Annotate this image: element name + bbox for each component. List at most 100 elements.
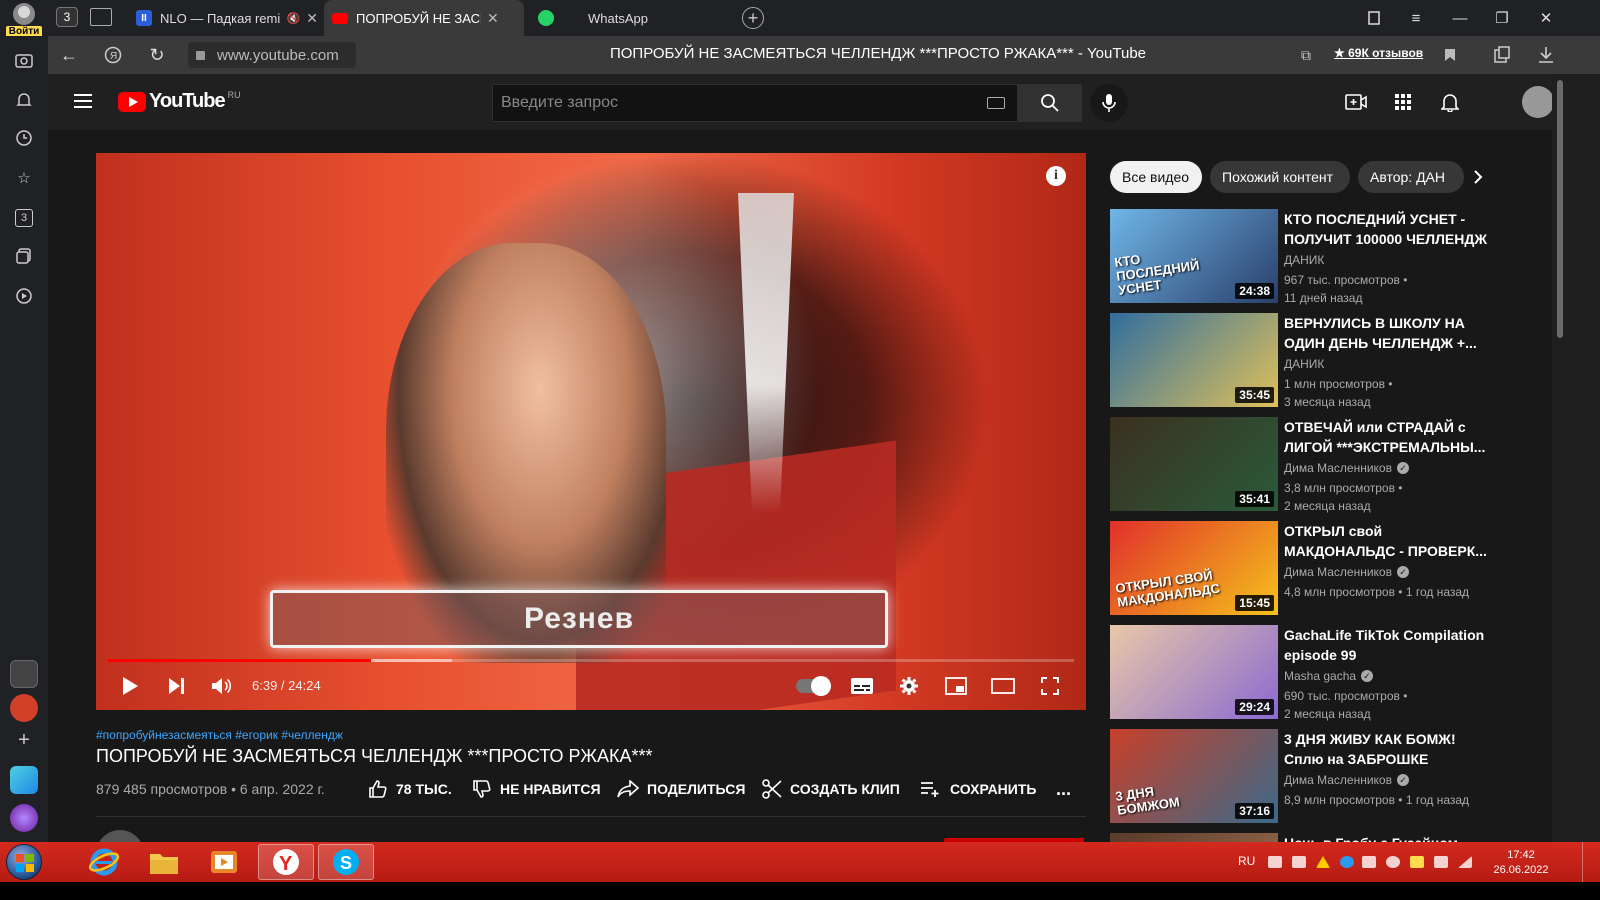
skype-icon[interactable]: S (318, 844, 374, 880)
folder-tray-icon[interactable] (1410, 856, 1424, 868)
video-thumbnail[interactable]: 35:45 (1110, 313, 1278, 407)
voice-search-button[interactable] (1090, 84, 1128, 122)
recommended-video[interactable]: 29:24 GachaLife TikTok Compilation episod… (1110, 625, 1500, 721)
add-panel-icon[interactable]: + (12, 728, 36, 752)
messenger-app-icon[interactable] (10, 766, 38, 794)
keyboard-icon[interactable] (987, 97, 1005, 109)
chip-author[interactable]: Автор: ДАН (1358, 161, 1464, 193)
video-thumbnail[interactable]: ОТКРЫЛ СВОЙ МАКДОНАЛЬДС 15:45 (1110, 521, 1278, 615)
video-hashtags[interactable]: #попробуйнезасмеяться #егорик #челлендж (96, 728, 343, 742)
translate-app-icon[interactable] (10, 694, 38, 722)
autoplay-toggle[interactable] (796, 676, 831, 696)
avatar[interactable] (1522, 86, 1554, 118)
channel-name[interactable]: Дима Масленников ✓ (1284, 565, 1409, 579)
channel-avatar[interactable] (96, 830, 144, 842)
video-thumbnail[interactable] (1110, 833, 1278, 842)
close-window-icon[interactable]: ✕ (1524, 0, 1568, 36)
media-player-icon[interactable] (196, 844, 252, 880)
url-field[interactable]: www.youtube.com (188, 42, 356, 68)
close-tab-icon[interactable]: ✕ (487, 10, 499, 27)
show-desktop-button[interactable] (1582, 842, 1600, 882)
clip-button[interactable]: СОЗДАТЬ КЛИП (762, 777, 900, 801)
update-icon[interactable] (1386, 856, 1400, 868)
system-clock[interactable]: 17:42 26.06.2022 (1486, 848, 1556, 878)
info-icon[interactable]: i (1046, 166, 1066, 186)
channel-name[interactable]: Masha gacha ✓ (1284, 669, 1374, 683)
speaker-icon[interactable] (1362, 856, 1376, 868)
collections-icon[interactable] (12, 244, 36, 268)
youtube-logo[interactable]: YouTube RU (118, 90, 241, 113)
channel-name[interactable]: Дима Масленников ✓ (1284, 773, 1409, 787)
save-button[interactable]: СОХРАНИТЬ (920, 777, 1036, 801)
recommended-video[interactable]: 35:45 ВЕРНУЛИСЬ В ШКОЛУ НА ОДИН ДЕНЬ ЧЕЛЛ… (1110, 313, 1500, 409)
page-scrollbar[interactable] (1552, 74, 1568, 842)
internet-explorer-icon[interactable] (76, 844, 132, 880)
reviews-link[interactable]: ★ 69К отзывов (1334, 46, 1423, 60)
star-icon[interactable]: ☆ (12, 166, 36, 190)
chip-related[interactable]: Похожий контент (1210, 161, 1350, 193)
tab-count-button[interactable]: 3 (56, 7, 78, 27)
tabs-counter-icon[interactable]: 3 (12, 206, 36, 230)
apps-grid-icon[interactable] (1391, 90, 1415, 114)
downloads-icon[interactable] (1536, 45, 1556, 65)
display-icon[interactable] (1292, 856, 1306, 868)
video-thumbnail[interactable]: КТО ПОСЛЕДНИЙ УСНЕТ 24:38 (1110, 209, 1278, 303)
video-thumbnail[interactable]: 3 ДНЯ БОМЖОМ 37:16 (1110, 729, 1278, 823)
bookmarks-icon[interactable] (1352, 0, 1396, 36)
profile-button[interactable]: Войти (4, 3, 44, 37)
start-button[interactable] (6, 844, 42, 880)
action-center-flag-icon[interactable] (1434, 856, 1448, 868)
theater-mode-button[interactable] (989, 674, 1017, 698)
back-icon[interactable]: ← (56, 42, 82, 68)
video-title[interactable]: ОТКРЫЛ свой МАКДОНАЛЬДС - ПРОВЕРК... (1284, 521, 1494, 561)
recommended-video[interactable]: КТО ПОСЛЕДНИЙ УСНЕТ 24:38 КТО ПОСЛЕДНИЙ УС… (1110, 209, 1500, 305)
video-title[interactable]: GachaLife TikTok Compilation episode 99 (1284, 625, 1494, 665)
search-input[interactable]: Введите запрос (492, 84, 1018, 122)
play-button[interactable] (116, 674, 144, 698)
progress-bar[interactable] (108, 659, 1074, 662)
chip-all-videos[interactable]: Все видео (1110, 161, 1202, 193)
search-button[interactable] (1018, 84, 1082, 122)
tab-whatsapp[interactable]: WhatsApp (530, 0, 720, 36)
video-title[interactable]: ВЕРНУЛИСЬ В ШКОЛУ НА ОДИН ДЕНЬ ЧЕЛЛЕНДЖ … (1284, 313, 1494, 353)
video-title[interactable]: ОТВЕЧАЙ или СТРАДАЙ с ЛИГОЙ ***ЭКСТРЕМАЛ… (1284, 417, 1494, 457)
network-share-icon[interactable] (1268, 856, 1282, 868)
settings-button[interactable] (895, 674, 923, 698)
signal-icon[interactable] (1458, 856, 1472, 868)
video-title[interactable]: Ночь в Гробу с Гусейном (1284, 833, 1494, 842)
yandex-browser-icon[interactable]: Y (258, 844, 314, 880)
fullscreen-button[interactable] (1036, 674, 1064, 698)
menu-hamburger-icon[interactable] (74, 94, 92, 108)
chevron-right-icon[interactable] (1468, 167, 1488, 187)
notifications-icon[interactable] (12, 88, 36, 112)
warning-icon[interactable] (1316, 856, 1330, 868)
calculator-app-icon[interactable] (10, 660, 38, 688)
recommended-video[interactable]: ОТКРЫЛ СВОЙ МАКДОНАЛЬДС 15:45 ОТКРЫЛ свой … (1110, 521, 1500, 615)
screenshot-icon[interactable] (12, 48, 36, 72)
create-video-icon[interactable] (1344, 90, 1368, 114)
language-indicator[interactable]: RU (1238, 854, 1255, 868)
tab-nlo[interactable]: II NLO — Падкая remi 🔇 ✕ (128, 0, 318, 36)
tab-youtube-active[interactable]: ПОПРОБУЙ НЕ ЗАСМЕ ✕ (324, 0, 524, 36)
muted-icon[interactable]: 🔇 (287, 12, 301, 25)
minimize-icon[interactable]: — (1438, 0, 1482, 36)
reload-icon[interactable]: ↻ (144, 42, 170, 68)
channel-name[interactable]: ДАНИК (1284, 253, 1324, 267)
notifications-bell-icon[interactable] (1438, 90, 1462, 114)
menu-icon[interactable]: ≡ (1394, 0, 1438, 36)
app-tray-icon[interactable] (1340, 856, 1354, 868)
recommended-video[interactable]: 3 ДНЯ БОМЖОМ 37:16 3 ДНЯ ЖИВУ КАК БОМЖ! Сп… (1110, 729, 1500, 823)
extensions-icon[interactable] (1492, 45, 1512, 65)
alice-assistant-icon[interactable] (10, 804, 38, 832)
video-title[interactable]: КТО ПОСЛЕДНИЙ УСНЕТ - ПОЛУЧИТ 100000 ЧЕЛ… (1284, 209, 1494, 249)
subtitles-button[interactable] (848, 674, 876, 698)
history-icon[interactable] (12, 126, 36, 150)
restore-icon[interactable]: ❐ (1480, 0, 1524, 36)
recommended-video[interactable]: Ночь в Гробу с Гусейном (1110, 833, 1500, 842)
video-player[interactable]: i Резнев 6:39 / 24:24 (96, 153, 1086, 710)
recommended-video[interactable]: 35:41 ОТВЕЧАЙ или СТРАДАЙ с ЛИГОЙ ***ЭКСТ… (1110, 417, 1500, 513)
miniplayer-button[interactable] (942, 674, 970, 698)
file-explorer-icon[interactable] (136, 844, 192, 880)
share-link-icon[interactable]: ⧉ (1296, 45, 1316, 65)
channel-name[interactable]: ДАНИК (1284, 357, 1324, 371)
